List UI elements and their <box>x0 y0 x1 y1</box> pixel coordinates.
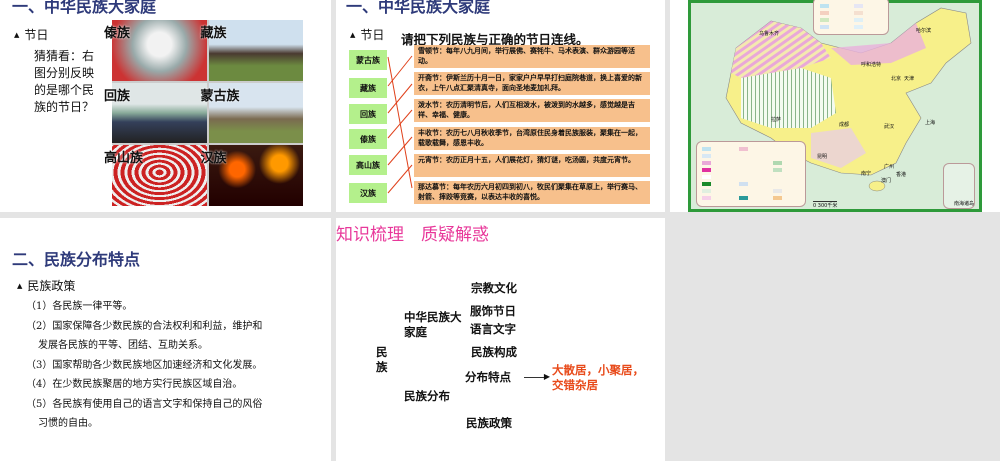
connection-line <box>387 109 413 139</box>
photo-label: 回族 <box>104 88 131 104</box>
connection-line <box>387 55 413 87</box>
photo-label: 傣族 <box>104 26 131 41</box>
map-city-label: 广州 <box>884 164 895 170</box>
bullet-heading: 民族政策 <box>17 277 75 294</box>
photo-gaoshan: 高山族 <box>104 145 207 206</box>
mindmap-leaf: 分布特点 <box>465 370 511 384</box>
map-city-label: 拉萨 <box>771 117 782 123</box>
arrow-icon: ▶ <box>524 372 550 381</box>
distribution-feature-text: 大散居，小聚居，交错杂居 <box>552 363 644 392</box>
mindmap-leaf: 宗教文化 <box>471 281 517 295</box>
policy-item: 发展各民族的平等、团结、互助关系。 <box>38 340 208 351</box>
connection-line <box>387 56 413 189</box>
map-scale-bar: 0 300千米 <box>813 201 838 209</box>
policy-item: （5）各民族有使用自己的语言文字和保持自己的风俗 <box>26 398 263 410</box>
connection-line <box>387 83 413 114</box>
map-city-label: 成都 <box>839 122 850 128</box>
photo-label: 高山族 <box>104 151 144 167</box>
photo-label: 蒙古族 <box>200 88 240 104</box>
photo-dai: 傣族 <box>104 20 207 81</box>
slide-thumbnail-3[interactable]: 哈尔滨 乌鲁木齐 呼和浩特 北京 天津 拉萨 成都 武汉 上海 昆明 南宁 广州… <box>670 0 1000 212</box>
slide-thumbnail-2[interactable]: 一、中华民族大家庭 节日 请把下列民族与正确的节日连线。 蒙古族 藏族 回族 傣… <box>336 0 665 212</box>
map-city-label: 呼和浩特 <box>861 62 882 68</box>
photo-label: 藏族 <box>200 26 227 41</box>
map-city-label: 澳门 <box>881 178 892 184</box>
slide-title: 二、民族分布特点 <box>12 250 141 269</box>
policy-item: （1）各民族一律平等。 <box>26 301 133 312</box>
photo-label: 汉族 <box>200 151 227 167</box>
map-legend-bottom <box>696 141 806 207</box>
map-city-label: 武汉 <box>884 124 895 130</box>
mindmap-branch: 民族分布 <box>404 389 450 403</box>
map-city-label: 乌鲁木齐 <box>759 31 780 37</box>
mindmap-root: 民族 <box>376 345 388 374</box>
mindmap-leaf: 语言文字 <box>470 322 516 336</box>
map-city-label: 上海 <box>925 120 936 126</box>
bullet-heading: 节日 <box>14 26 48 43</box>
slide-heading: 知识梳理 质疑解惑 <box>336 225 489 245</box>
connection-line <box>387 136 413 166</box>
photo-zang: 藏族 <box>201 20 303 81</box>
policy-item: （2）国家保障各少数民族的合法权利和利益，维护和 <box>26 320 263 332</box>
south-china-sea-inset: 南海诸岛 <box>943 163 975 209</box>
map-city-label: 南宁 <box>861 171 872 177</box>
map-city-label: 天津 <box>904 76 915 82</box>
connection-lines <box>387 55 413 194</box>
inset-label: 南海诸岛 <box>954 201 975 207</box>
connection-line <box>387 164 413 194</box>
festival-photo-grid: 傣族 藏族 回族 蒙古族 高山族 汉族 <box>104 20 303 206</box>
map-legend-top <box>813 0 889 35</box>
china-ethnic-distribution-map: 哈尔滨 乌鲁木齐 呼和浩特 北京 天津 拉萨 成都 武汉 上海 昆明 南宁 广州… <box>688 0 982 212</box>
mindmap-leaf: 民族构成 <box>471 345 517 359</box>
photo-han: 汉族 <box>201 145 303 206</box>
slide-thumbnail-4[interactable]: 二、民族分布特点 民族政策 （1）各民族一律平等。 （2）国家保障各少数民族的合… <box>0 218 331 461</box>
photo-hui: 回族 <box>104 82 207 144</box>
mindmap-branch: 中华民族大家庭 <box>404 310 462 339</box>
question-text: 猜猜看：右图分别反映的是哪个民族的节日？ <box>34 49 95 114</box>
policy-list: （1）各民族一律平等。 （2）国家保障各少数民族的合法权利和利益，维护和 发展各… <box>26 297 262 434</box>
policy-item: （4）在少数民族聚居的地方实行民族区域自治。 <box>26 379 243 390</box>
mindmap-leaf: 服饰节日 <box>470 304 516 318</box>
photo-menggu: 蒙古族 <box>201 82 303 144</box>
policy-item: （3）国家帮助各少数民族地区加速经济和文化发展。 <box>26 359 263 371</box>
slide-title: 一、中华民族大家庭 <box>12 0 157 16</box>
mindmap-leaf: 民族政策 <box>466 416 512 430</box>
map-city-label: 哈尔滨 <box>916 28 932 34</box>
map-city-label: 北京 <box>891 76 902 82</box>
map-city-label: 昆明 <box>817 154 828 160</box>
map-city-label: 香港 <box>896 172 907 178</box>
slide-thumbnail-1[interactable]: 一、中华民族大家庭 节日 猜猜看：右图分别反映的是哪个民族的节日？ 傣族 藏族 … <box>0 0 331 212</box>
slide-thumbnail-5[interactable]: 知识梳理 质疑解惑 民族 中华民族大家庭 民族分布 宗教文化 服饰节日 语言文字… <box>336 218 665 461</box>
policy-item: 习惯的自由。 <box>38 418 98 429</box>
